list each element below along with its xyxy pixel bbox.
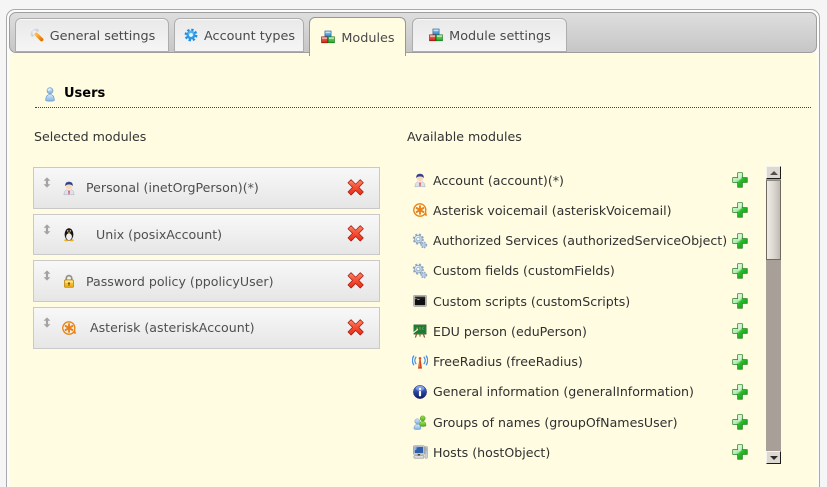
remove-module-button[interactable]	[347, 320, 363, 336]
remove-module-button[interactable]	[347, 180, 363, 196]
scrollbar-up-button[interactable]	[766, 166, 781, 179]
module-label: Custom fields (customFields)	[433, 263, 615, 278]
tab-label: Account types	[204, 29, 295, 44]
tab-bar: General settings Account types Modules M…	[9, 12, 817, 53]
up-triangle-icon	[770, 171, 778, 175]
selected-module-item[interactable]: Asterisk (asteriskAccount)	[33, 307, 380, 349]
tab-general-settings[interactable]: General settings	[15, 18, 169, 52]
module-label: Asterisk (asteriskAccount)	[90, 320, 255, 335]
remove-module-button[interactable]	[347, 226, 363, 242]
selected-module-item[interactable]: Password policy (ppolicyUser)	[33, 260, 380, 302]
add-module-button[interactable]	[732, 384, 748, 400]
available-module-item: Custom scripts (customScripts)	[407, 286, 767, 316]
available-module-item: EDU person (eduPerson)	[407, 316, 767, 346]
module-icon	[61, 226, 77, 242]
add-module-button[interactable]	[732, 293, 748, 309]
scrollbar-down-button[interactable]	[766, 451, 781, 464]
remove-module-button[interactable]	[347, 273, 363, 289]
tab-module-settings[interactable]: Module settings	[412, 18, 567, 52]
module-label: FreeRadius (freeRadius)	[433, 354, 583, 369]
available-module-item: FreeRadius (freeRadius)	[407, 347, 767, 377]
available-module-item: Account (account)(*)	[407, 165, 767, 195]
selected-module-item[interactable]: Unix (posixAccount)	[33, 214, 380, 256]
page: General settings Account types Modules M…	[0, 0, 827, 487]
module-icon	[412, 202, 428, 218]
available-module-item: Custom fields (customFields)	[407, 256, 767, 286]
module-icon	[61, 273, 77, 289]
tab-label: General settings	[50, 29, 156, 44]
selected-modules-heading: Selected modules	[34, 130, 146, 143]
available-module-item: Authorized Services (authorizedServiceOb…	[407, 226, 767, 256]
available-modules-heading: Available modules	[407, 130, 522, 143]
down-triangle-icon	[770, 456, 778, 460]
selected-module-item[interactable]: Personal (inetOrgPerson)(*)	[33, 167, 380, 209]
available-module-item: Asterisk voicemail (asteriskVoicemail)	[407, 195, 767, 225]
module-icon	[412, 444, 428, 460]
move-handle-icon[interactable]	[43, 177, 51, 188]
add-module-button[interactable]	[732, 414, 748, 430]
move-handle-icon[interactable]	[43, 224, 51, 235]
selected-modules-list: Personal (inetOrgPerson)(*) Unix (posixA…	[33, 167, 380, 354]
module-label: Asterisk voicemail (asteriskVoicemail)	[433, 203, 672, 218]
available-module-item: Groups of names (groupOfNamesUser)	[407, 407, 767, 437]
tab-icon	[428, 27, 444, 43]
module-label: Account (account)(*)	[433, 173, 564, 188]
section-divider	[35, 100, 811, 108]
module-label: General information (generalInformation)	[433, 384, 694, 399]
add-module-button[interactable]	[732, 323, 748, 339]
module-label: Hosts (hostObject)	[433, 445, 550, 460]
add-module-button[interactable]	[732, 444, 748, 460]
module-icon	[412, 172, 428, 188]
move-handle-icon[interactable]	[43, 270, 51, 281]
tab-icon	[29, 27, 45, 43]
module-icon	[412, 233, 428, 249]
tab-account-types[interactable]: Account types	[174, 18, 304, 52]
tab-label: Module settings	[449, 29, 551, 44]
module-label: Groups of names (groupOfNamesUser)	[433, 415, 678, 430]
add-module-button[interactable]	[732, 202, 748, 218]
scrollbar-thumb[interactable]	[766, 180, 781, 260]
module-label: Custom scripts (customScripts)	[433, 294, 630, 309]
available-modules-list: Account (account)(*) Asterisk voicemail …	[407, 165, 767, 468]
tab-modules[interactable]: Modules	[309, 17, 406, 56]
module-icon	[412, 323, 428, 339]
module-label: EDU person (eduPerson)	[433, 324, 587, 339]
module-icon	[61, 180, 77, 196]
add-module-button[interactable]	[732, 354, 748, 370]
module-icon	[61, 320, 77, 336]
module-icon	[412, 354, 428, 370]
tab-icon	[183, 27, 199, 43]
module-icon	[412, 263, 428, 279]
available-module-item: General information (generalInformation)	[407, 377, 767, 407]
add-module-button[interactable]	[732, 172, 748, 188]
add-module-button[interactable]	[732, 233, 748, 249]
module-label: Authorized Services (authorizedServiceOb…	[433, 233, 727, 248]
add-module-button[interactable]	[732, 263, 748, 279]
tab-label: Modules	[341, 31, 394, 46]
tab-icon	[320, 29, 336, 45]
module-icon	[412, 384, 428, 400]
module-label: Password policy (ppolicyUser)	[86, 274, 274, 289]
module-icon	[412, 293, 428, 309]
module-icon	[412, 414, 428, 430]
section-title: Users	[64, 87, 105, 101]
available-modules-scrollbar[interactable]	[766, 166, 781, 464]
module-label: Personal (inetOrgPerson)(*)	[86, 180, 259, 195]
move-handle-icon[interactable]	[43, 317, 51, 328]
module-label: Unix (posixAccount)	[96, 227, 222, 242]
available-module-item: Hosts (hostObject)	[407, 437, 767, 467]
